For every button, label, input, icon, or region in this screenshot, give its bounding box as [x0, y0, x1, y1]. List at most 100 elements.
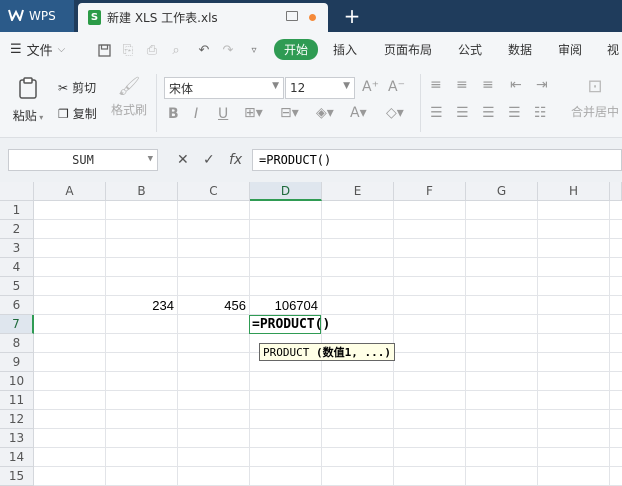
- save-icon[interactable]: [96, 42, 112, 58]
- export-icon[interactable]: ⎘: [120, 42, 136, 58]
- formula-bar: SUM ▼ ✕ ✓ fx =PRODUCT(): [0, 138, 622, 182]
- tab-formulas[interactable]: 公式: [458, 41, 482, 58]
- distribute-icon[interactable]: ☷: [534, 105, 547, 121]
- decrease-font-icon[interactable]: A⁻: [388, 79, 405, 95]
- bold-icon[interactable]: B: [168, 106, 179, 122]
- row-header-15[interactable]: 15: [0, 467, 34, 486]
- undo-icon[interactable]: ↶: [196, 42, 212, 58]
- column-header-f[interactable]: F: [394, 182, 466, 201]
- row-header-11[interactable]: 11: [0, 391, 34, 410]
- spreadsheet-icon: S: [88, 10, 101, 25]
- tab-view[interactable]: 视: [607, 41, 619, 58]
- name-box[interactable]: SUM ▼: [8, 149, 158, 171]
- indent-increase-icon[interactable]: ⇥: [536, 77, 548, 93]
- redo-icon[interactable]: ↷: [220, 42, 236, 58]
- eraser-icon[interactable]: ◇▾: [386, 105, 404, 121]
- tab-data[interactable]: 数据: [508, 41, 532, 58]
- tab-review[interactable]: 审阅: [558, 41, 582, 58]
- align-bottom-icon[interactable]: ≡: [482, 77, 494, 93]
- row-header-13[interactable]: 13: [0, 429, 34, 448]
- column-header-g[interactable]: G: [466, 182, 538, 201]
- row-header-8[interactable]: 8: [0, 334, 34, 353]
- column-header-c[interactable]: C: [178, 182, 250, 201]
- format-painter-button[interactable]: 🖌 格式刷: [108, 76, 150, 118]
- grid-line: [34, 447, 622, 448]
- grid-line: [609, 201, 610, 486]
- column-header-partial[interactable]: [610, 182, 622, 201]
- merge-border-icon[interactable]: ⊟▾: [280, 105, 299, 121]
- file-menu-label: 文件: [26, 44, 53, 59]
- document-tab[interactable]: S 新建 XLS 工作表.xls: [78, 3, 328, 32]
- insert-function-icon[interactable]: fx: [229, 152, 242, 168]
- cancel-icon[interactable]: ✕: [177, 152, 189, 168]
- column-header-b[interactable]: B: [106, 182, 178, 201]
- font-color-icon[interactable]: A▾: [350, 105, 367, 121]
- row-header-9[interactable]: 9: [0, 353, 34, 372]
- row-header-5[interactable]: 5: [0, 277, 34, 296]
- print-icon[interactable]: ⎙: [144, 42, 160, 58]
- align-middle-icon[interactable]: ≡: [456, 77, 468, 93]
- column-header-d[interactable]: D: [250, 182, 322, 201]
- grid-line: [34, 333, 622, 334]
- cell-b6[interactable]: 234: [106, 296, 178, 315]
- unsaved-indicator: [309, 14, 316, 21]
- formula-input[interactable]: =PRODUCT(): [252, 149, 622, 171]
- tab-insert[interactable]: 插入: [333, 41, 357, 58]
- italic-icon[interactable]: I: [194, 106, 198, 122]
- column-header-a[interactable]: A: [34, 182, 106, 201]
- merge-cells-icon: ⊡: [587, 76, 603, 97]
- cell-c6[interactable]: 456: [178, 296, 250, 315]
- row-header-14[interactable]: 14: [0, 448, 34, 467]
- spreadsheet-grid[interactable]: A B C D E F G H 1 2 3 4 5 6 7 8 9 10 11 …: [0, 182, 622, 486]
- border-icon[interactable]: ⊞▾: [244, 105, 263, 121]
- align-right-icon[interactable]: ☰: [482, 105, 495, 121]
- grid-line: [249, 201, 250, 486]
- confirm-icon[interactable]: ✓: [203, 152, 215, 168]
- wps-logo-icon: [8, 9, 24, 24]
- row-header-12[interactable]: 12: [0, 410, 34, 429]
- chevron-down-icon: ▼: [272, 81, 279, 91]
- ribbon-divider: [156, 74, 157, 132]
- align-left-icon[interactable]: ☰: [430, 105, 443, 121]
- row-header-1[interactable]: 1: [0, 201, 34, 220]
- font-size-select[interactable]: 12 ▼: [285, 77, 355, 99]
- align-center-icon[interactable]: ☰: [456, 105, 469, 121]
- increase-font-icon[interactable]: A⁺: [362, 79, 379, 95]
- column-header-h[interactable]: H: [538, 182, 610, 201]
- select-all-corner[interactable]: [0, 182, 34, 201]
- font-name-select[interactable]: 宋体 ▼: [164, 77, 284, 99]
- cell-d7-editor[interactable]: =PRODUCT(): [249, 315, 330, 334]
- fill-color-icon[interactable]: ◈▾: [316, 105, 334, 121]
- row-header-6[interactable]: 6: [0, 296, 34, 315]
- grid-line: [34, 409, 622, 410]
- window-icon[interactable]: [286, 11, 298, 21]
- merge-center-button[interactable]: ⊡ 合并居中: [568, 76, 622, 120]
- row-header-3[interactable]: 3: [0, 239, 34, 258]
- wps-home-tab[interactable]: WPS: [0, 0, 74, 32]
- justify-icon[interactable]: ☰: [508, 105, 521, 121]
- new-tab-button[interactable]: +: [340, 3, 364, 29]
- row-header-4[interactable]: 4: [0, 258, 34, 277]
- align-top-icon[interactable]: ≡: [430, 77, 442, 93]
- row-header-7[interactable]: 7: [0, 315, 34, 334]
- underline-icon[interactable]: U: [218, 106, 228, 122]
- row-header-2[interactable]: 2: [0, 220, 34, 239]
- row-header-10[interactable]: 10: [0, 372, 34, 391]
- copy-icon: ❐: [58, 106, 69, 121]
- tab-home[interactable]: 开始: [274, 39, 319, 60]
- cut-button[interactable]: ✂ 剪切: [58, 79, 96, 96]
- ribbon-divider: [420, 74, 421, 132]
- file-menu-button[interactable]: ☰ 文件 ⌵: [10, 40, 65, 59]
- paste-button[interactable]: 粘贴 ▾: [10, 76, 46, 124]
- column-header-e[interactable]: E: [322, 182, 394, 201]
- tab-page-layout[interactable]: 页面布局: [384, 41, 432, 58]
- customize-icon[interactable]: ▿: [246, 42, 262, 58]
- menu-bar: ☰ 文件 ⌵ ⎘ ⎙ ⌕ ↶ ↷ ▿ 开始 插入 页面布局 公式 数据 审阅 视: [0, 32, 622, 68]
- indent-decrease-icon[interactable]: ⇤: [510, 77, 522, 93]
- copy-button[interactable]: ❐ 复制: [58, 105, 97, 122]
- scissors-icon: ✂: [58, 80, 69, 95]
- cell-d6[interactable]: 106704: [250, 296, 322, 315]
- print-preview-icon[interactable]: ⌕: [168, 42, 184, 58]
- document-title: 新建 XLS 工作表.xls: [107, 11, 218, 25]
- font-name-value: 宋体: [169, 81, 194, 96]
